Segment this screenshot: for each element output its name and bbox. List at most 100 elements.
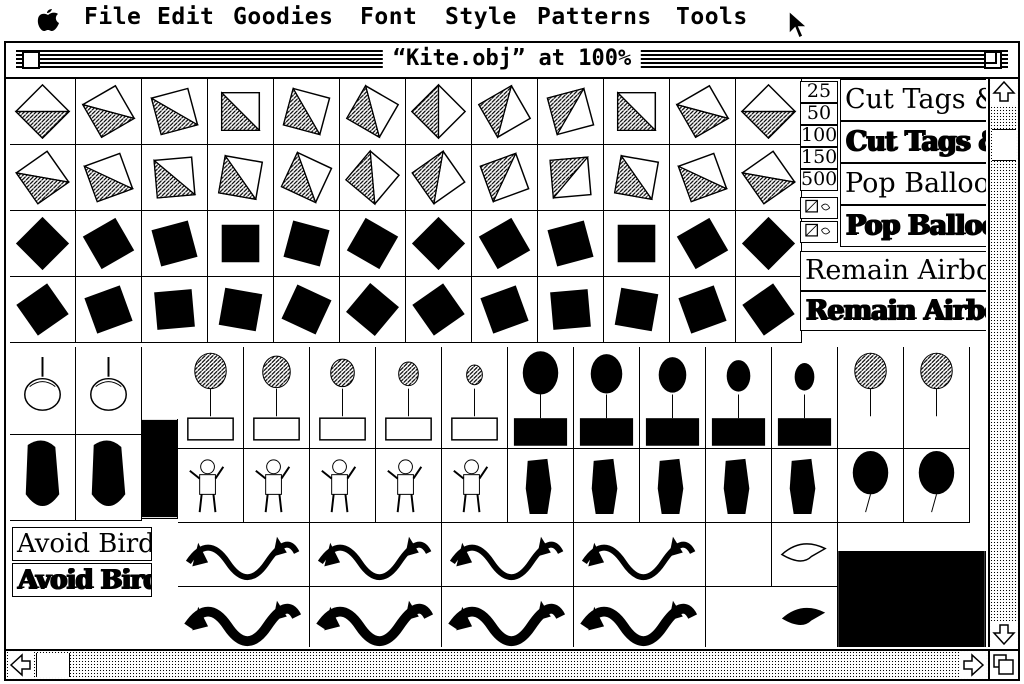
kite-sprite-cell bbox=[76, 211, 142, 277]
child-sprite bbox=[376, 449, 442, 523]
hand-sprite bbox=[76, 347, 142, 435]
apple-icon[interactable] bbox=[34, 5, 62, 33]
kite-sprite-cell bbox=[340, 211, 406, 277]
child-sprite bbox=[442, 449, 508, 523]
kite-sprite-cell bbox=[604, 79, 670, 145]
zoom-level-list: 25 50 100 150 500 bbox=[800, 79, 840, 269]
menu-style[interactable]: Style bbox=[445, 4, 517, 30]
empty-cell bbox=[706, 523, 772, 587]
kite-sprite-cell bbox=[736, 211, 802, 277]
kite-sprite-cell bbox=[208, 79, 274, 145]
kite-sprite-cell bbox=[208, 277, 274, 343]
menu-tools[interactable]: Tools bbox=[676, 4, 748, 30]
child-silhouette-sprite bbox=[772, 449, 838, 523]
hand-silhouette-sprite bbox=[10, 435, 76, 521]
scroll-down-arrow[interactable] bbox=[991, 621, 1017, 647]
vertical-scroll-thumb[interactable] bbox=[992, 129, 1016, 161]
kite-sprite-cell bbox=[604, 211, 670, 277]
dragon-sprite bbox=[178, 523, 310, 587]
canvas[interactable]: 25 50 100 150 500 Cut Tags & Cut Tags & … bbox=[6, 79, 986, 647]
small-kite-icon-2 bbox=[800, 221, 838, 243]
font-sample-cut-tags-bold[interactable]: Cut Tags & bbox=[840, 121, 986, 163]
font-sample-pop-balloon-bold[interactable]: Pop Balloon bbox=[840, 205, 986, 247]
kite-sprite-cell bbox=[736, 145, 802, 211]
zoom-25[interactable]: 25 bbox=[800, 81, 838, 103]
font-sample-remain-airborne[interactable]: Remain Airborne bbox=[800, 251, 986, 291]
kite-sprite-cell bbox=[274, 211, 340, 277]
kite-sprite-cell bbox=[10, 79, 76, 145]
dragon-silhouette-sprite bbox=[574, 587, 706, 647]
window-title: “Kite.obj” at 100% bbox=[382, 46, 642, 71]
zoom-500[interactable]: 500 bbox=[800, 169, 838, 191]
balloon-sprite bbox=[442, 347, 508, 449]
menu-goodies[interactable]: Goodies bbox=[233, 4, 333, 30]
bird-silhouette-sprite bbox=[772, 587, 838, 647]
child-silhouette-sprite bbox=[508, 449, 574, 523]
kite-sprite-cell bbox=[340, 145, 406, 211]
kite-sprite-cell bbox=[142, 79, 208, 145]
font-sample-remain-airborne-bold[interactable]: Remain Airborne bbox=[800, 291, 986, 331]
dragon-silhouette-sprite bbox=[310, 587, 442, 647]
font-sample-avoid-bird[interactable]: Avoid Bird bbox=[12, 527, 152, 561]
horizontal-scrollbar[interactable] bbox=[6, 649, 988, 679]
balloon-silhouette-sprite bbox=[772, 347, 838, 449]
zoom-box[interactable] bbox=[984, 51, 1002, 69]
black-fill-block bbox=[142, 419, 178, 519]
kite-sprite-cell bbox=[406, 211, 472, 277]
scroll-up-arrow[interactable] bbox=[991, 79, 1017, 105]
dragon-sprite bbox=[442, 523, 574, 587]
kite-sprite-cell bbox=[10, 277, 76, 343]
kite-sprite-cell bbox=[10, 145, 76, 211]
dragon-silhouette-sprite bbox=[442, 587, 574, 647]
kite-sprite-cell bbox=[472, 277, 538, 343]
document-window: “Kite.obj” at 100% 25 50 100 150 500 Cut… bbox=[4, 41, 1020, 681]
menu-edit[interactable]: Edit bbox=[157, 4, 214, 30]
font-sample-avoid-bird-bold[interactable]: Avoid Bird bbox=[12, 563, 152, 597]
balloon-silhouette-sprite bbox=[508, 347, 574, 449]
kite-sprite-cell bbox=[736, 79, 802, 145]
kite-sprite-cell bbox=[10, 211, 76, 277]
kite-sprite-cell bbox=[406, 79, 472, 145]
close-box[interactable] bbox=[22, 51, 40, 69]
balloon-sprite bbox=[244, 347, 310, 449]
kite-sprite-cell bbox=[274, 79, 340, 145]
balloon-silhouette-sprite bbox=[574, 347, 640, 449]
kite-sprite-cell bbox=[406, 145, 472, 211]
font-sample-pop-balloon[interactable]: Pop Balloon bbox=[840, 163, 986, 205]
menu-bar: File Edit Goodies Font Style Patterns To… bbox=[0, 0, 1024, 38]
child-silhouette-sprite bbox=[640, 449, 706, 523]
zoom-50[interactable]: 50 bbox=[800, 103, 838, 125]
hand-silhouette-sprite bbox=[76, 435, 142, 521]
arrow-cursor-icon bbox=[788, 10, 809, 40]
kite-sprite-cell bbox=[274, 277, 340, 343]
kite-sprite-cell bbox=[670, 211, 736, 277]
kite-sprite-cell bbox=[340, 79, 406, 145]
kite-sprite-cell bbox=[142, 145, 208, 211]
title-bar[interactable]: “Kite.obj” at 100% bbox=[6, 43, 1018, 79]
child-sprite bbox=[178, 449, 244, 523]
balloon-silhouette-sprite bbox=[904, 449, 970, 523]
scroll-left-arrow[interactable] bbox=[8, 652, 34, 678]
balloon-silhouette-sprite bbox=[640, 347, 706, 449]
menu-patterns[interactable]: Patterns bbox=[537, 4, 652, 30]
kite-sprite-cell bbox=[142, 277, 208, 343]
kite-sprite-cell bbox=[76, 277, 142, 343]
kite-sprite-cell bbox=[538, 277, 604, 343]
menu-file[interactable]: File bbox=[84, 4, 141, 30]
menu-font[interactable]: Font bbox=[360, 4, 417, 30]
kite-sprite-cell bbox=[538, 211, 604, 277]
zoom-100[interactable]: 100 bbox=[800, 125, 838, 147]
font-sample-cut-tags[interactable]: Cut Tags & bbox=[840, 79, 986, 121]
dragon-sprite bbox=[574, 523, 706, 587]
scroll-right-arrow[interactable] bbox=[960, 652, 986, 678]
vertical-scrollbar[interactable] bbox=[988, 79, 1018, 647]
kite-sprite-cell bbox=[76, 79, 142, 145]
kite-sprite-cell bbox=[208, 211, 274, 277]
balloon-silhouette-sprite bbox=[706, 347, 772, 449]
child-silhouette-sprite bbox=[574, 449, 640, 523]
kite-sprite-cell bbox=[472, 79, 538, 145]
zoom-150[interactable]: 150 bbox=[800, 147, 838, 169]
kite-sprite-cell bbox=[670, 79, 736, 145]
horizontal-scroll-thumb[interactable] bbox=[36, 653, 70, 677]
grow-box[interactable] bbox=[988, 649, 1018, 679]
